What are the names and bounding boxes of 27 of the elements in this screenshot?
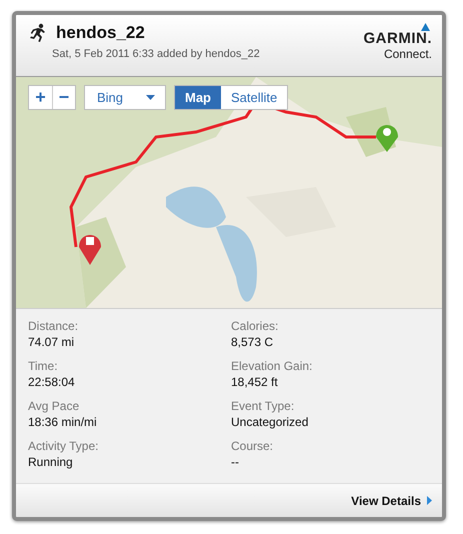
product-name: Connect. <box>384 47 432 61</box>
stat-value: 8,573 C <box>231 335 274 349</box>
stat-label: Event Type: <box>231 399 296 413</box>
stat-label: Course: <box>231 439 274 453</box>
stat-value: 18:36 min/mi <box>28 415 98 429</box>
stat-value: 74.07 mi <box>28 335 76 349</box>
stat-label: Activity Type: <box>28 439 100 453</box>
brand-logo: GARMIN. <box>364 31 432 47</box>
map-view-tab[interactable]: Map <box>175 86 221 109</box>
stat-label: Distance: <box>28 319 80 333</box>
stat-value: 22:58:04 <box>28 375 76 389</box>
stat-value: Running <box>28 455 74 469</box>
stat-label: Elevation Gain: <box>231 359 314 373</box>
arrow-icon <box>427 496 432 505</box>
user-name: hendos_22 <box>56 23 145 43</box>
activity-date: Sat, 5 Feb 2011 6:33 added by hendos_22 <box>52 48 260 60</box>
stat-label: Calories: <box>231 319 280 333</box>
stat-value: -- <box>231 455 240 469</box>
stat-value: Uncategorized <box>231 415 310 429</box>
view-details-link[interactable]: View Details <box>351 494 432 508</box>
stat-label: Avg Pace <box>28 399 80 413</box>
stat-value: 18,452 ft <box>231 375 279 389</box>
runner-icon <box>28 23 48 43</box>
map-provider-dropdown[interactable]: Bing <box>84 85 166 110</box>
caret-icon <box>146 95 155 100</box>
triangle-icon <box>421 23 430 31</box>
stat-label: Time: <box>28 359 59 373</box>
